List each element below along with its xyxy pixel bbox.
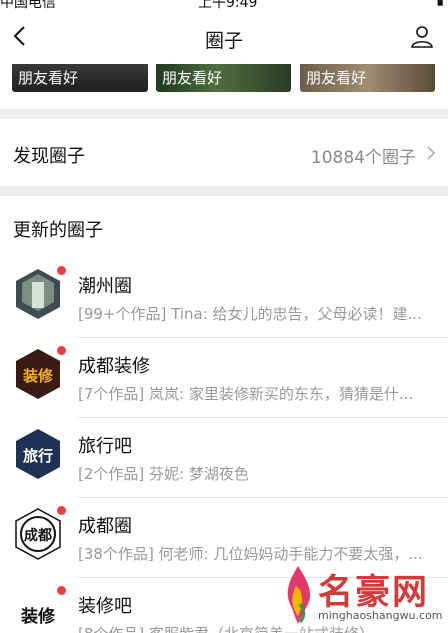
flame-logo-icon bbox=[287, 566, 311, 624]
unread-badge bbox=[57, 506, 66, 515]
discover-circles-row[interactable]: 发现圈子 10884个圈子 bbox=[0, 119, 448, 186]
avatar-text: 成都 bbox=[24, 527, 52, 544]
site-watermark: 名豪网 minghaoshangwu.com bbox=[278, 560, 448, 633]
wifi-icon: ◠ bbox=[86, 0, 98, 7]
circle-avatar: 装修 bbox=[16, 349, 60, 399]
section-divider bbox=[0, 109, 448, 119]
profile-icon[interactable] bbox=[410, 24, 434, 48]
chevron-right-icon bbox=[427, 146, 436, 160]
circle-avatar: 旅行 bbox=[16, 429, 60, 479]
circle-list-item[interactable]: 旅行 旅行吧 [2个作品] 芬妮: 梦湖夜色 bbox=[0, 418, 448, 498]
thumbnail-caption: 朋友看好 bbox=[162, 69, 223, 87]
watermark-text: 名豪网 bbox=[318, 573, 430, 613]
thumbnail-caption: 朋友看好 bbox=[18, 69, 79, 87]
thumbnail-caption: 朋友看好 bbox=[306, 69, 367, 87]
circle-latest-post: [99+个作品] Tina: 给女儿的忠告，父母必读！建... bbox=[78, 305, 422, 323]
unread-badge bbox=[57, 346, 66, 355]
circle-avatar: 装修 bbox=[16, 589, 60, 633]
discover-label: 发现圈子 bbox=[13, 146, 85, 167]
circle-avatar: 成都 bbox=[15, 508, 61, 560]
featured-thumbnail[interactable]: 朋友看好 bbox=[300, 64, 435, 92]
circle-latest-post: [7个作品] 岚岚: 家里装修新买的东东，猜猜是什... bbox=[78, 385, 414, 403]
avatar-text: 装修 bbox=[20, 606, 56, 627]
carrier-label: 中国电信 bbox=[0, 0, 56, 11]
circle-name: 成都圈 bbox=[78, 516, 132, 537]
status-bar: 中国电信 ◠ 上午9:49 ▮ bbox=[0, 0, 448, 12]
watermark-url: minghaoshangwu.com bbox=[318, 609, 443, 622]
section-divider bbox=[0, 186, 448, 196]
circle-list-item[interactable]: 潮州圈 [99+个作品] Tina: 给女儿的忠告，父母必读！建... bbox=[0, 258, 448, 338]
status-time: 上午9:49 bbox=[198, 0, 258, 11]
circle-name: 装修吧 bbox=[78, 596, 132, 617]
circle-name: 成都装修 bbox=[78, 356, 150, 377]
discover-count: 10884个圈子 bbox=[310, 148, 416, 168]
avatar-text: 旅行 bbox=[23, 447, 53, 465]
featured-thumbnail[interactable]: 朋友看好 bbox=[12, 64, 148, 92]
circle-avatar bbox=[16, 269, 60, 319]
circle-latest-post: [2个作品] 芬妮: 梦湖夜色 bbox=[78, 465, 249, 483]
featured-thumbnail[interactable]: 朋友看好 bbox=[156, 64, 291, 92]
circle-list-item[interactable]: 装修 成都装修 [7个作品] 岚岚: 家里装修新买的东东，猜猜是什... bbox=[0, 338, 448, 418]
featured-thumbnails: 朋友看好 朋友看好 朋友看好 bbox=[0, 64, 448, 94]
avatar-text: 装修 bbox=[22, 367, 54, 385]
unread-badge bbox=[57, 266, 66, 275]
updated-circles-title: 更新的圈子 bbox=[13, 220, 103, 241]
circle-name: 旅行吧 bbox=[78, 436, 132, 457]
unread-badge bbox=[57, 586, 66, 595]
circle-name: 潮州圈 bbox=[78, 276, 132, 297]
battery-icon: ▮ bbox=[436, 0, 444, 8]
nav-bar: 圈子 bbox=[0, 12, 448, 64]
page-title: 圈子 bbox=[204, 30, 243, 52]
